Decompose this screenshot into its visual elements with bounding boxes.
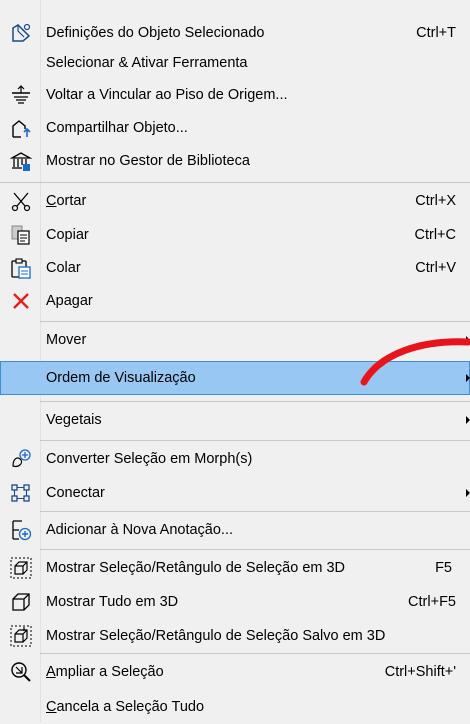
shortcut-label: Ctrl+T [416, 25, 456, 41]
context-menu: Definições do Objeto Selecionado Ctrl+T … [0, 0, 470, 722]
menu-item-relink-floor[interactable]: Voltar a Vincular ao Piso de Origem... [0, 78, 470, 112]
convert-morph-icon [9, 447, 33, 471]
submenu-arrow-icon [466, 416, 470, 424]
menu-item-label: Mostrar Seleção/Retângulo de Seleção Sal… [46, 628, 386, 644]
menu-item-label: Definições do Objeto Selecionado [46, 25, 265, 41]
menu-item-add-annotation[interactable]: Adicionar à Nova Anotação... [0, 513, 470, 547]
connect-icon [9, 481, 33, 505]
menu-item-label: Ordem de Visualização [46, 370, 196, 386]
scissors-icon [9, 189, 33, 213]
menu-item-label: Adicionar à Nova Anotação... [46, 522, 234, 538]
menu-item-label: Ampliar a Seleção [46, 655, 164, 689]
menu-item-label-rest: ancela a Seleção Tudo [56, 699, 205, 715]
menu-item-label: Vegetais [46, 412, 102, 428]
relink-floor-icon [9, 83, 33, 107]
menu-item-convert-morph[interactable]: Converter Seleção em Morph(s) [0, 442, 470, 476]
menu-separator [40, 549, 470, 550]
menu-item-show-saved-selection-3d[interactable]: Mostrar Seleção/Retângulo de Seleção Sal… [0, 619, 470, 653]
menu-separator [40, 653, 470, 654]
menu-item-label: Conectar [46, 485, 105, 501]
menu-item-show-selection-3d[interactable]: Mostrar Seleção/Retângulo de Seleção em … [0, 551, 470, 585]
delete-x-icon [9, 289, 33, 313]
menu-item-label: Mostrar no Gestor de Biblioteca [46, 153, 250, 169]
copy-icon [9, 223, 33, 247]
share-object-icon [9, 116, 33, 140]
shortcut-label: Ctrl+V [415, 260, 456, 276]
menu-item-show-library-manager[interactable]: Mostrar no Gestor de Biblioteca [0, 144, 470, 178]
menu-separator [0, 182, 470, 183]
menu-separator [40, 321, 470, 322]
shortcut-label: Ctrl+Shift+' [384, 664, 456, 680]
zoom-selection-icon [9, 660, 33, 684]
menu-item-select-activate-tool[interactable]: Selecionar & Ativar Ferramenta [0, 46, 470, 80]
menu-separator [40, 511, 470, 512]
mnemonic-letter: C [46, 699, 57, 715]
menu-item-label: Voltar a Vincular ao Piso de Origem... [46, 87, 288, 103]
menu-separator [40, 440, 470, 441]
add-annotation-icon [9, 518, 33, 542]
menu-item-label: Apagar [46, 293, 93, 309]
menu-item-paste[interactable]: Colar Ctrl+V [0, 251, 470, 285]
object-settings-icon [9, 21, 33, 45]
menu-item-object-settings[interactable]: Definições do Objeto Selecionado Ctrl+T [0, 16, 470, 50]
menu-item-label-rest: mpliar a Seleção [55, 664, 164, 680]
menu-item-share-object[interactable]: Compartilhar Objeto... [0, 111, 470, 145]
shortcut-label: Ctrl+X [415, 193, 456, 209]
mnemonic-letter: C [46, 193, 57, 209]
menu-item-delete[interactable]: Apagar [0, 284, 470, 318]
menu-item-label: Converter Seleção em Morph(s) [46, 451, 253, 467]
shortcut-label: Ctrl+C [414, 227, 457, 243]
show-saved-selection-3d-icon [9, 624, 33, 648]
menu-item-connect[interactable]: Conectar [0, 476, 470, 510]
menu-item-label: Mover [46, 332, 87, 348]
menu-item-label: Colar [46, 260, 81, 276]
menu-item-vegetation[interactable]: Vegetais [0, 403, 470, 437]
menu-item-label: Cancela a Seleção Tudo [46, 690, 204, 724]
menu-item-label: Selecionar & Ativar Ferramenta [46, 55, 248, 71]
menu-item-zoom-selection[interactable]: Ampliar a Seleção Ctrl+Shift+' [0, 655, 470, 689]
menu-item-deselect-all[interactable]: Cancela a Seleção Tudo [0, 690, 470, 724]
menu-item-copy[interactable]: Copiar Ctrl+C [0, 218, 470, 252]
mnemonic-letter: A [46, 664, 56, 680]
menu-item-show-all-3d[interactable]: Mostrar Tudo em 3D Ctrl+F5 [0, 585, 470, 619]
menu-item-label: Cortar [46, 184, 86, 218]
menu-item-label-rest: ortar [56, 193, 87, 209]
menu-item-label: Compartilhar Objeto... [46, 120, 188, 136]
shortcut-label: F5 [435, 560, 452, 576]
show-all-3d-icon [9, 590, 33, 614]
library-manager-icon [9, 149, 33, 173]
menu-item-label: Mostrar Tudo em 3D [46, 594, 179, 610]
menu-item-label: Copiar [46, 227, 89, 243]
menu-item-label: Mostrar Seleção/Retângulo de Seleção em … [46, 560, 346, 576]
paste-icon [9, 256, 33, 280]
show-selection-3d-icon [9, 556, 33, 580]
submenu-arrow-icon [466, 489, 470, 497]
shortcut-label: Ctrl+F5 [408, 594, 456, 610]
red-annotation-arrow [360, 338, 470, 386]
menu-item-cut[interactable]: Cortar Ctrl+X [0, 184, 470, 218]
